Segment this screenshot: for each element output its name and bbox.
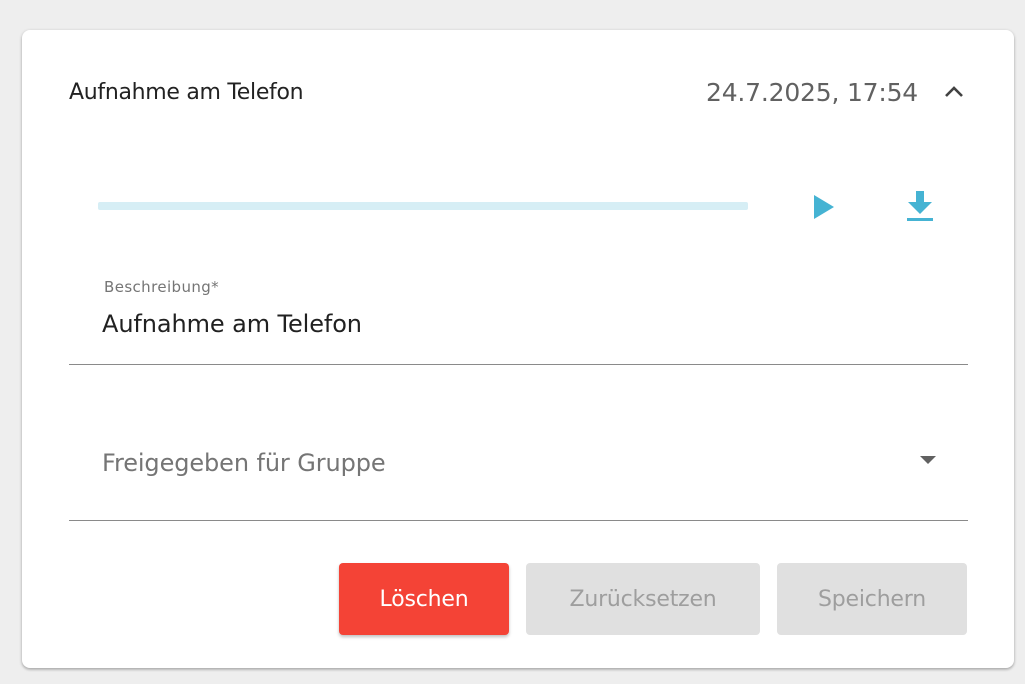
recording-title: Aufnahme am Telefon [69,80,304,105]
delete-button[interactable]: Löschen [339,563,509,635]
recording-card: Aufnahme am Telefon 24.7.2025, 17:54 Bes… [22,30,1014,668]
group-select[interactable]: Freigegeben für Gruppe [69,425,968,521]
recording-timestamp: 24.7.2025, 17:54 [706,78,918,107]
play-button[interactable] [806,190,842,224]
group-select-placeholder: Freigegeben für Gruppe [102,449,386,477]
reset-button[interactable]: Zurücksetzen [526,563,760,635]
dropdown-arrow-icon [920,456,936,464]
audio-progress-track[interactable] [98,202,748,210]
download-button[interactable] [898,186,942,226]
audio-player [98,190,958,230]
download-icon [907,191,933,221]
card-header[interactable]: Aufnahme am Telefon 24.7.2025, 17:54 [22,30,1014,156]
save-button[interactable]: Speichern [777,563,967,635]
collapse-button[interactable] [938,76,970,108]
description-field: Beschreibung* [69,270,968,365]
action-bar: Löschen Zurücksetzen Speichern [339,563,967,635]
description-label: Beschreibung* [104,278,220,296]
play-icon [814,195,834,219]
page-background: Aufnahme am Telefon 24.7.2025, 17:54 Bes… [0,0,1025,684]
chevron-up-icon [945,86,963,97]
description-input[interactable] [102,310,942,338]
